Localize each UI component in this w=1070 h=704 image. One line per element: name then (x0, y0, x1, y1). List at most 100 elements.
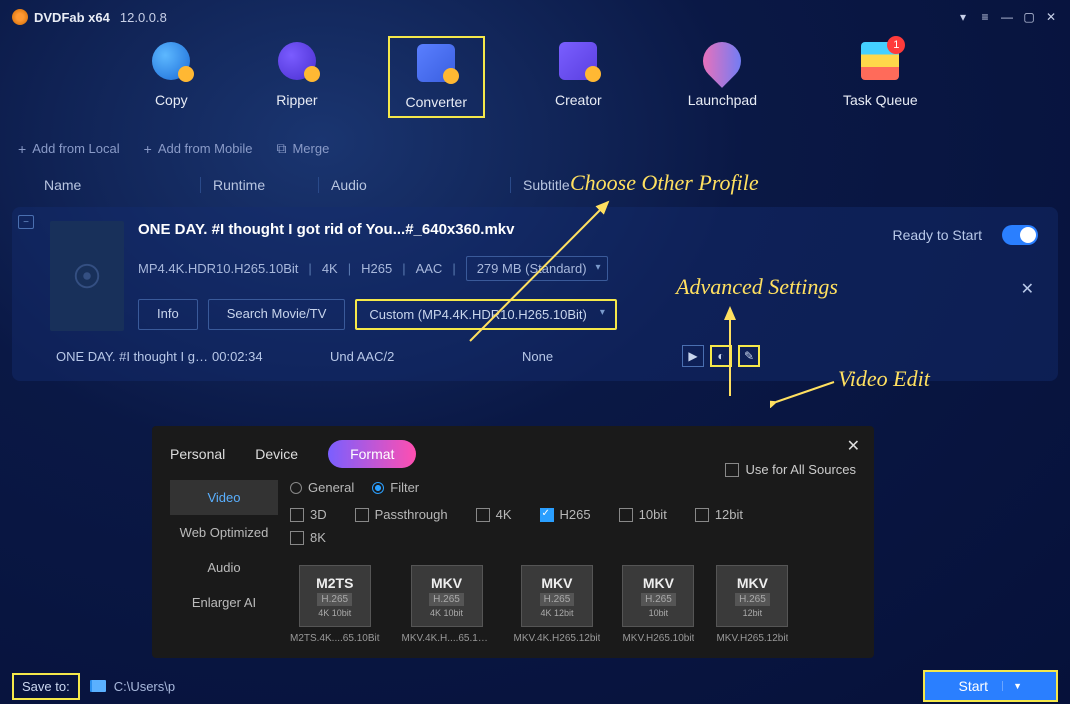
profile-box: M2TSH.2654K 10bit (299, 565, 371, 627)
close-button[interactable]: ✕ (1044, 10, 1058, 24)
converter-icon (417, 44, 455, 82)
menu-icon[interactable]: ≡ (978, 10, 992, 24)
thumbnail[interactable] (50, 221, 124, 331)
video-edit-button[interactable]: ✎ (738, 345, 760, 367)
filter-passthrough[interactable]: Passthrough (355, 507, 448, 522)
column-headers: Name Runtime Audio Subtitle (0, 165, 1070, 201)
launchpad-icon (695, 34, 749, 88)
advanced-settings-button[interactable]: ◐ (710, 345, 732, 367)
app-version: 12.0.0.8 (120, 10, 167, 25)
arrow-video-edit (770, 378, 840, 408)
profile-label: MKV.4K.H265.12bit (514, 633, 601, 644)
start-button[interactable]: Start ▼ (923, 670, 1059, 702)
add-local-button[interactable]: + Add from Local (18, 141, 120, 157)
cat-enlarger-ai[interactable]: Enlarger AI (170, 585, 278, 620)
file-card: − ONE DAY. #I thought I got rid of You..… (12, 207, 1058, 381)
plus-icon: + (144, 141, 152, 157)
info-button[interactable]: Info (138, 299, 198, 330)
collapse-button[interactable]: − (18, 215, 34, 229)
col-subtitle: Subtitle (510, 177, 570, 193)
play-button[interactable]: ▶ (682, 345, 704, 367)
bottom-bar: Save to: C:\Users\p Start ▼ (0, 668, 1070, 704)
taskqueue-badge: 1 (887, 36, 905, 54)
row-runtime: 00:02:34 (212, 349, 330, 364)
gift-icon[interactable]: ▾ (956, 10, 970, 24)
module-creator[interactable]: Creator (539, 36, 618, 118)
module-taskqueue[interactable]: 1 Task Queue (827, 36, 934, 118)
start-label: Start (959, 678, 989, 694)
col-runtime: Runtime (200, 177, 318, 193)
minimize-button[interactable]: — (1000, 10, 1014, 24)
remove-file-button[interactable]: ✕ (1021, 279, 1034, 299)
cat-audio[interactable]: Audio (170, 550, 278, 585)
module-ripper[interactable]: Ripper (260, 36, 333, 118)
profile-label: MKV.H265.10bit (622, 633, 694, 644)
module-launchpad-label: Launchpad (688, 92, 757, 108)
maximize-button[interactable]: ▢ (1022, 10, 1036, 24)
meta-format: MP4.4K.HDR10.H265.10Bit (138, 261, 298, 276)
filter-10bit[interactable]: 10bit (619, 507, 667, 522)
profile-dropdown[interactable]: Custom (MP4.4K.HDR10.H265.10Bit) (355, 299, 616, 330)
start-dropdown-icon[interactable]: ▼ (1002, 681, 1022, 691)
filter-h265[interactable]: H265 (540, 507, 591, 522)
film-icon (72, 261, 102, 291)
plus-icon: + (18, 141, 26, 157)
radio-general[interactable]: General (290, 480, 354, 495)
module-copy[interactable]: Copy (136, 36, 206, 118)
use-all-label: Use for All Sources (745, 462, 856, 477)
profile-box: MKVH.2654K 12bit (521, 565, 593, 627)
profile-popup: ✕ Personal Device Format Use for All Sou… (152, 426, 874, 658)
merge-icon: ⧉ (276, 140, 286, 157)
save-path[interactable]: C:\Users\p (114, 679, 175, 694)
radio-filter-label: Filter (390, 480, 419, 495)
profile-box: MKVH.2654K 10bit (411, 565, 483, 627)
creator-icon (559, 42, 597, 80)
taskqueue-icon: 1 (861, 42, 899, 80)
popup-close-button[interactable]: ✕ (847, 436, 860, 456)
module-creator-label: Creator (555, 92, 602, 108)
profile-option-2[interactable]: MKVH.2654K 12bit MKV.4K.H265.12bit (514, 565, 601, 644)
filter-3d[interactable]: 3D (290, 507, 327, 522)
add-mobile-label: Add from Mobile (158, 141, 253, 156)
app-name: DVDFab x64 (34, 10, 110, 25)
filter-8k[interactable]: 8K (290, 530, 326, 545)
save-to-button[interactable]: Save to: (12, 673, 80, 700)
search-movie-button[interactable]: Search Movie/TV (208, 299, 346, 330)
filter-4k[interactable]: 4K (476, 507, 512, 522)
tab-device[interactable]: Device (255, 440, 298, 468)
profile-box: MKVH.26512bit (716, 565, 788, 627)
profile-option-4[interactable]: MKVH.26512bit MKV.H265.12bit (716, 565, 788, 644)
enable-toggle[interactable] (1002, 225, 1038, 245)
col-name: Name (44, 177, 200, 193)
cat-video[interactable]: Video (170, 480, 278, 515)
tab-format[interactable]: Format (328, 440, 416, 468)
meta-codec: H265 (361, 261, 392, 276)
app-logo-icon (12, 9, 28, 25)
folder-icon[interactable] (90, 680, 106, 692)
module-copy-label: Copy (155, 92, 188, 108)
filter-12bit[interactable]: 12bit (695, 507, 743, 522)
row-audio: Und AAC/2 (330, 349, 522, 364)
module-converter[interactable]: Converter (388, 36, 485, 118)
radio-general-label: General (308, 480, 354, 495)
use-all-sources[interactable]: Use for All Sources (725, 462, 856, 477)
use-all-checkbox[interactable] (725, 463, 739, 477)
tab-personal[interactable]: Personal (170, 440, 225, 468)
size-dropdown[interactable]: 279 MB (Standard) (466, 256, 608, 281)
titlebar: DVDFab x64 12.0.0.8 ▾ ≡ — ▢ ✕ (0, 0, 1070, 34)
merge-button[interactable]: ⧉Merge (276, 140, 329, 157)
profile-option-3[interactable]: MKVH.26510bit MKV.H265.10bit (622, 565, 694, 644)
profile-option-0[interactable]: M2TSH.2654K 10bit M2TS.4K....65.10Bit (290, 565, 380, 644)
file-status: Ready to Start (893, 227, 983, 243)
col-audio: Audio (318, 177, 510, 193)
radio-filter[interactable]: Filter (372, 480, 419, 495)
cat-web-optimized[interactable]: Web Optimized (170, 515, 278, 550)
row-filename: ONE DAY. #I thought I got... (56, 349, 212, 364)
add-mobile-button[interactable]: + Add from Mobile (144, 141, 253, 157)
module-taskqueue-label: Task Queue (843, 92, 918, 108)
profile-option-1[interactable]: MKVH.2654K 10bit MKV.4K.H....65.10Bit (402, 565, 492, 644)
add-local-label: Add from Local (32, 141, 119, 156)
module-launchpad[interactable]: Launchpad (672, 36, 773, 118)
action-bar: + Add from Local + Add from Mobile ⧉Merge (0, 132, 1070, 165)
meta-audio: AAC (416, 261, 443, 276)
